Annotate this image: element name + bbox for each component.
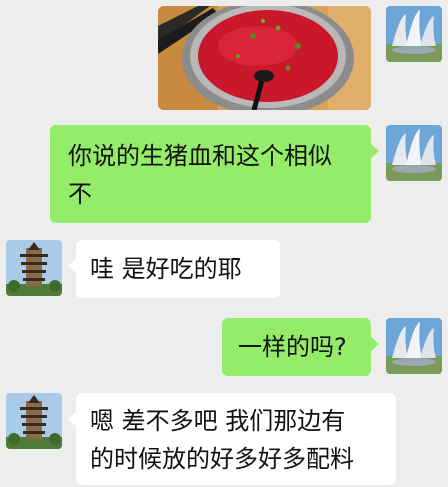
sail-roof-building-icon: [386, 125, 442, 181]
contact-avatar[interactable]: [6, 393, 62, 449]
self-avatar[interactable]: [386, 6, 442, 62]
self-avatar[interactable]: [386, 318, 442, 374]
pig-blood-bowl-image: [158, 6, 371, 110]
contact-message-bubble[interactable]: 哇 是好吃的耶: [68, 240, 280, 298]
contact-message-bubble[interactable]: 嗯 差不多吧 我们那边有 的时候放的好多好多配料: [68, 393, 396, 485]
self-message-bubble[interactable]: 你说的生猪血和这个相似 不: [50, 125, 379, 223]
contact-avatar[interactable]: [6, 240, 62, 296]
message-text: 一样的吗?: [238, 333, 347, 361]
pagoda-icon: [6, 393, 62, 449]
sail-roof-building-icon: [386, 6, 442, 62]
message-text: 你说的生猪血和这个相似 不: [68, 142, 332, 208]
message-text: 嗯 差不多吧 我们那边有 的时候放的好多好多配料: [90, 407, 354, 473]
self-avatar[interactable]: [386, 125, 442, 181]
self-message-bubble[interactable]: 一样的吗?: [222, 318, 379, 376]
pagoda-icon: [6, 240, 62, 296]
food-photo-message[interactable]: [158, 6, 371, 110]
message-text: 哇 是好吃的耶: [90, 255, 242, 283]
sail-roof-building-icon: [386, 318, 442, 374]
